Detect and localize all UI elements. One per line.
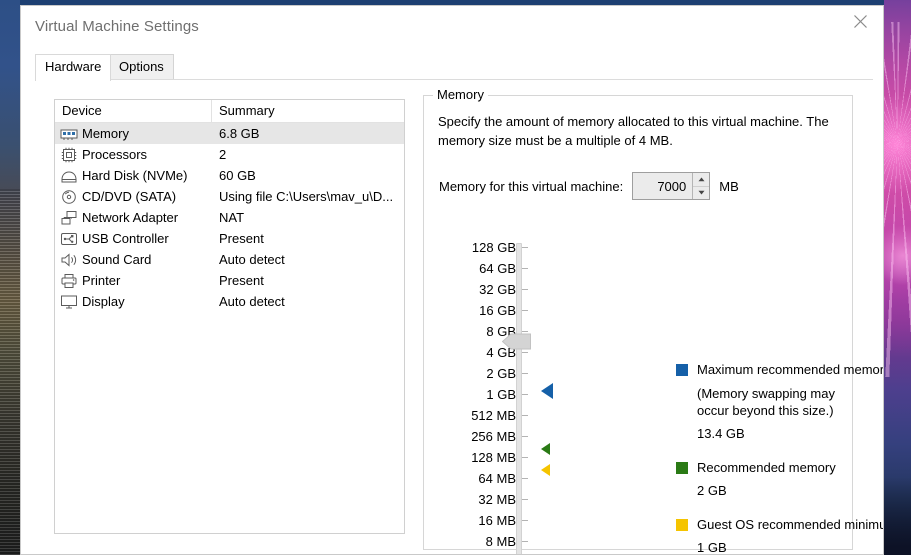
window-title: Virtual Machine Settings [35,18,199,35]
summary-cell: Present [219,273,264,288]
legend-swatch-icon [676,462,688,474]
tab-hardware[interactable]: Hardware [35,54,112,81]
device-list[interactable]: Device Summary Memory 6.8 GB Processors 2 Ha… [54,99,405,534]
usb-icon [60,231,82,247]
device-cell: USB Controller [55,231,212,247]
memory-input-value[interactable]: 7000 [633,179,692,194]
legend-value: 13.4 GB [697,426,745,441]
summary-cell: Auto detect [219,294,285,309]
memory-unit-label: MB [719,178,739,194]
memory-groupbox: Memory Specify the amount of memory allo… [423,87,883,554]
device-cell: Hard Disk (NVMe) [55,168,212,184]
device-name-label: Sound Card [82,252,152,267]
device-row-memory[interactable]: Memory 6.8 GB [55,123,404,144]
legend-title: Guest OS recommended minimum [697,517,884,532]
summary-cell: 60 GB [219,168,256,183]
device-row-processors[interactable]: Processors 2 [55,144,404,165]
device-row-cd-dvd-sata[interactable]: CD/DVD (SATA) Using file C:\Users\mav_u\D… [55,186,404,207]
summary-cell: Present [219,231,264,246]
memory-field-row: Memory for this virtual machine: 7000 MB [439,172,739,200]
device-name-label: Processors [82,147,148,162]
title-bar: Virtual Machine Settings [21,6,883,47]
device-row-sound-card[interactable]: Sound Card Auto detect [55,249,404,270]
tab-strip: Hardware Options [35,54,883,81]
memory-spinbox[interactable]: 7000 [632,172,711,200]
memory-groupbox-legend: Memory [433,87,488,102]
device-cell: Sound Card [55,252,212,268]
device-row-usb-controller[interactable]: USB Controller Present [55,228,404,249]
spinner-up-icon[interactable] [693,173,710,186]
legend-item: Maximum recommended memory (Memory swappi… [676,361,884,441]
column-header-device[interactable]: Device [55,100,212,122]
display-icon [60,294,82,310]
memory-spinner [692,173,710,199]
device-list-body: Memory 6.8 GB Processors 2 Hard Disk (NVMe) 6… [55,123,404,312]
tab-options-label: Options [119,59,164,74]
legend-value: 2 GB [697,483,727,498]
legend-title: Maximum recommended memory [697,362,884,377]
legend-swatch-icon [676,519,688,531]
processor-icon [60,147,82,163]
legend-value: 1 GB [697,540,727,555]
device-name-label: Printer [82,273,121,288]
legend-head: Maximum recommended memory [676,361,884,378]
sound-icon [60,252,82,268]
tab-hardware-label: Hardware [45,59,102,74]
guest-minimum-marker [541,464,550,476]
device-name-label: Display [82,294,125,309]
printer-icon [60,273,82,289]
legend-head: Recommended memory [676,459,883,476]
device-cell: Printer [55,273,212,289]
memory-icon [60,126,82,142]
device-cell: Display [55,294,212,310]
legend-note: (Memory swapping may occur beyond this s… [697,386,835,418]
device-cell: Memory [55,126,212,142]
device-row-display[interactable]: Display Auto detect [55,291,404,312]
virtual-machine-settings-dialog: Virtual Machine Settings Hardware Option… [20,5,884,555]
legend-swatch-icon [676,364,688,376]
device-row-hard-disk-nvme[interactable]: Hard Disk (NVMe) 60 GB [55,165,404,186]
legend-title: Recommended memory [697,460,836,475]
column-header-summary[interactable]: Summary [212,100,404,122]
device-cell: Processors [55,147,212,163]
tab-options[interactable]: Options [109,54,174,79]
device-name-label: Memory [82,126,129,141]
network-icon [60,210,82,226]
harddisk-icon [60,168,82,184]
hardware-tab-panel: Device Summary Memory 6.8 GB Processors 2 Ha… [35,79,883,554]
maximum-recommended-marker [541,383,553,399]
device-cell: Network Adapter [55,210,212,226]
summary-cell: Auto detect [219,252,285,267]
memory-legend: Maximum recommended memory (Memory swappi… [676,361,884,555]
legend-item: Recommended memory 2 GB [676,459,883,498]
memory-slider-thumb[interactable] [501,333,531,350]
device-name-label: USB Controller [82,231,169,246]
memory-slider-track[interactable] [516,243,522,554]
summary-cell: 2 [219,147,227,162]
desktop-wallpaper-right [884,0,911,555]
memory-field-label: Memory for this virtual machine: [439,178,624,194]
legend-item: Guest OS recommended minimum 1 GB [676,516,884,555]
summary-cell: NAT [219,210,245,225]
device-row-printer[interactable]: Printer Present [55,270,404,291]
device-list-header: Device Summary [55,100,404,123]
summary-cell: Using file C:\Users\mav_u\D... [219,189,394,204]
cddvd-icon [60,189,82,205]
device-row-network-adapter[interactable]: Network Adapter NAT [55,207,404,228]
device-name-label: Network Adapter [82,210,179,225]
device-name-label: Hard Disk (NVMe) [82,168,188,183]
spinner-down-icon[interactable] [693,185,710,199]
legend-head: Guest OS recommended minimum [676,516,884,533]
summary-cell: 6.8 GB [219,126,260,141]
device-name-label: CD/DVD (SATA) [82,189,177,204]
device-cell: CD/DVD (SATA) [55,189,212,205]
desktop-wallpaper-left [0,0,20,555]
close-icon[interactable] [838,6,883,36]
recommended-marker [541,443,550,455]
memory-description: Specify the amount of memory allocated t… [438,114,829,148]
